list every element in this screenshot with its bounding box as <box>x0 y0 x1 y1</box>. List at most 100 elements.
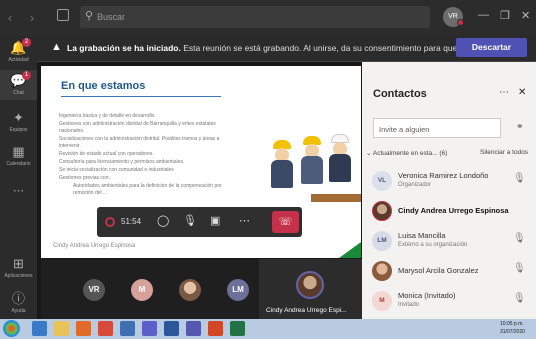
activity-badge: 2 <box>22 38 31 47</box>
meeting-timer: 51:54 <box>121 217 142 226</box>
search-box[interactable]: ⚲ Buscar <box>80 6 430 28</box>
contact-name: Luisa Mancilla <box>398 231 446 240</box>
contact-row[interactable]: M Monica (Invitado) Invitado 🎙 <box>370 288 532 314</box>
slide-bullets: Ingeniería básica y de detalle en desarr… <box>59 113 241 198</box>
rail-label: Actividad <box>8 57 29 63</box>
contact-row[interactable]: LM Luisa Mancilla Externo a su organizac… <box>370 228 532 254</box>
teams-window-icon[interactable] <box>186 321 201 336</box>
camera-off-icon[interactable]: ◯ <box>157 214 169 227</box>
more-apps-icon[interactable]: ⋯ <box>0 184 37 197</box>
banner-bold-text: La grabación se ha iniciado. <box>67 43 181 53</box>
ie-app-icon[interactable] <box>32 321 47 336</box>
participant-avatar[interactable]: M <box>131 279 153 301</box>
apps-icon: ⊞ <box>13 256 24 271</box>
compose-icon[interactable] <box>57 9 69 21</box>
mic-muted-icon: 🎙 <box>513 233 526 244</box>
dismiss-button[interactable]: Descartar <box>456 38 527 57</box>
participant-initials: VR <box>88 285 100 294</box>
rail-item-help[interactable]: ⓘ Ayuda <box>0 288 37 314</box>
participant-avatar[interactable]: VR <box>83 279 105 301</box>
contact-photo <box>372 201 392 221</box>
section-label: Actualmente en esta... (6) <box>372 150 448 157</box>
slide-sub-bullet: Autoridades ambientales para la definici… <box>73 183 222 196</box>
rail-item-activity[interactable]: 🔔 2 Actividad <box>0 38 37 63</box>
forward-arrow-icon[interactable]: › <box>30 11 34 25</box>
share-link-icon[interactable]: ⚭ <box>516 121 524 132</box>
rail-label: Calendario <box>6 161 31 167</box>
participant-avatar[interactable]: LM <box>227 279 249 301</box>
contact-row[interactable]: Marysol Arcila Gonzalez 🎙 <box>370 258 532 284</box>
mic-muted-icon: 🎙 <box>513 293 526 304</box>
slide-footer: Cindy Andrea Urrego Espinosa <box>53 243 136 249</box>
contact-photo <box>372 261 392 281</box>
contact-name: Marysol Arcila Gonzalez <box>398 266 479 275</box>
bell-icon: 🔔 <box>10 40 27 55</box>
excel-app-icon[interactable] <box>230 321 245 336</box>
more-options-icon[interactable]: ⋯ <box>239 214 250 227</box>
slide-bullet: Gestiones previas con: <box>59 175 110 181</box>
rail-item-apps[interactable]: ⊞ Aplicaciones <box>0 256 37 279</box>
meeting-controls: 51:54 ◯ 🎙 ▣ ⋯ ☏ <box>97 207 302 237</box>
mute-all-button[interactable]: Silenciar a todos <box>480 149 528 156</box>
search-icon: ⚲ <box>85 10 94 22</box>
chat-badge: 1 <box>22 71 31 80</box>
chrome-app-icon[interactable] <box>98 321 113 336</box>
desk-illustration <box>311 194 361 202</box>
section-header[interactable]: ⌄ Actualmente en esta... (6) <box>366 149 447 157</box>
help-icon: ⓘ <box>11 291 25 306</box>
back-arrow-icon[interactable]: ‹ <box>8 11 12 25</box>
panel-title: Contactos <box>373 88 427 100</box>
share-screen-icon[interactable]: ▣ <box>210 214 220 227</box>
banner-text: La grabación se ha iniciado. Esta reunió… <box>67 43 471 53</box>
panel-close-icon[interactable]: ✕ <box>518 87 526 98</box>
chat-icon: 💬 <box>10 73 27 88</box>
search-placeholder: Buscar <box>97 12 126 22</box>
slide-bullet: Socializaciones con la administración di… <box>59 136 220 149</box>
panel-more-icon[interactable]: ⋯ <box>499 87 509 98</box>
close-window-icon[interactable]: ✕ <box>521 9 530 22</box>
slide-bullet: Revisión de estado actual con operadores… <box>59 151 154 157</box>
contact-avatar: M <box>372 291 392 311</box>
clock-time: 10:05 p.m. <box>500 321 524 327</box>
rail-item-calendar[interactable]: ▦ Calendario <box>0 144 37 167</box>
logo-corner <box>339 242 361 258</box>
minimize-icon[interactable]: — <box>478 9 489 21</box>
hang-up-button[interactable]: ☏ <box>272 211 299 233</box>
word-app-icon[interactable] <box>164 321 179 336</box>
powerpoint-app-icon[interactable] <box>208 321 223 336</box>
participant-photo[interactable] <box>179 279 201 301</box>
meeting-stage: En que estamos Ingeniería básica y de de… <box>37 62 362 319</box>
teams-app-icon[interactable] <box>142 321 157 336</box>
media-app-icon[interactable] <box>76 321 91 336</box>
active-speaker-tile[interactable]: Cindy Andrea Urrego Espi... <box>259 259 362 319</box>
contact-row[interactable]: VL Veronica Ramirez Londoño Organizador … <box>370 168 532 194</box>
rail-label: Equipos <box>9 127 28 133</box>
start-button[interactable] <box>3 320 20 337</box>
folder-app-icon[interactable] <box>54 321 69 336</box>
mic-muted-icon: 🎙 <box>513 263 526 274</box>
teams-icon: ✦ <box>13 110 24 125</box>
invite-placeholder: Invite a alguien <box>379 125 430 134</box>
invite-input[interactable]: Invite a alguien <box>373 118 501 138</box>
contact-avatar: VL <box>372 171 392 191</box>
contact-avatar: LM <box>372 231 392 251</box>
participant-strip: VR M LM Cindy Andrea Urrego Espi... <box>41 259 362 319</box>
slide-title-underline <box>61 96 221 97</box>
rail-label: Chat <box>13 90 24 96</box>
mic-muted-icon: 🎙 <box>513 173 526 184</box>
mic-off-icon[interactable]: 🎙 <box>183 214 197 227</box>
slide-bullet: Gestiones con administración distrital d… <box>59 121 216 134</box>
outlook-app-icon[interactable] <box>120 321 135 336</box>
slide-bullet: Consultoría para licenciamiento y permis… <box>59 159 185 165</box>
slide-bullet: Ingeniería básica y de detalle en desarr… <box>59 113 156 119</box>
speaker-photo <box>296 271 324 299</box>
rail-item-chat[interactable]: 💬 1 Chat <box>0 70 37 100</box>
contact-row[interactable]: Cindy Andrea Urrego Espinosa <box>370 198 532 224</box>
system-clock[interactable]: 10:05 p.m. 31/07/2020 <box>500 320 525 336</box>
maximize-icon[interactable]: ❐ <box>500 9 510 22</box>
rail-item-teams[interactable]: ✦ Equipos <box>0 110 37 133</box>
slide-bullet: Se inicia socialización con comunidad e … <box>59 167 174 173</box>
participant-initials: M <box>138 285 146 294</box>
recording-icon <box>105 217 115 227</box>
contacts-panel: Contactos ⋯ ✕ Invite a alguien ⚭ ⌄ Actua… <box>362 62 536 319</box>
